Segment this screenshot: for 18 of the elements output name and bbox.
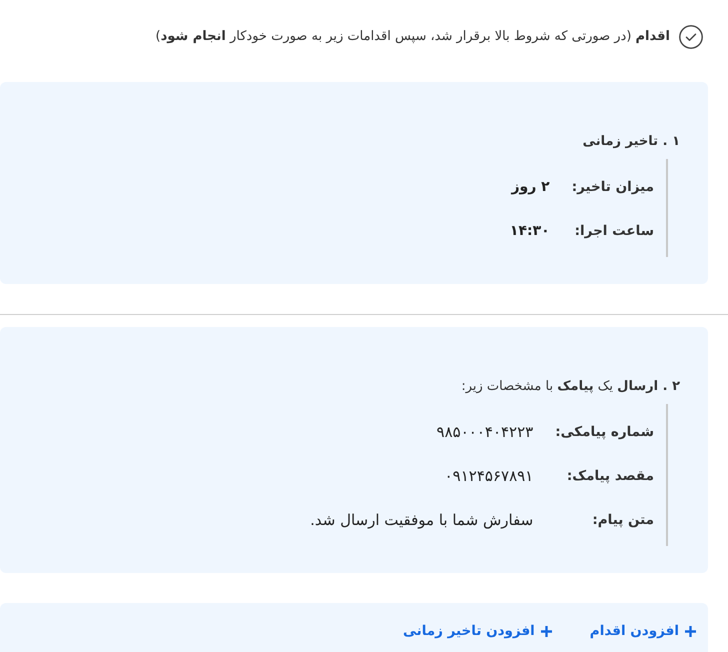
field-label: ساعت اجرا:: [574, 222, 654, 241]
field-label: مقصد پیامک:: [566, 467, 654, 486]
field-value: ۹۸۵۰۰۰۴۰۴۲۲۳: [436, 422, 534, 443]
action-title: ۲ . ارسال یک پیامک با مشخصات زیر:: [461, 378, 680, 396]
field-value: ۱۴:۳۰: [510, 222, 550, 241]
plus-icon: [685, 626, 696, 637]
add-button[interactable]: افزودن تاخیر زمانی: [398, 617, 556, 646]
field-value: ۰۹۱۲۴۵۶۷۸۹۱: [444, 466, 534, 487]
field-label: میزان تاخیر:: [572, 178, 654, 197]
plus-icon: [540, 626, 552, 637]
field-label: شماره پیامکی:: [555, 423, 654, 442]
field-label: متن پیام:: [592, 511, 654, 530]
action-title: ۱ . تاخیر زمانی: [582, 133, 680, 151]
field-value: سفارش شما با موفقیت ارسال شد.: [310, 510, 534, 531]
action-description: اقدام (در صورتی که شروط بالا برقرار شد، سپس اقدامات زیر به صورت خودکار انجام شود): [156, 28, 670, 46]
field-value: ۲ روز: [511, 178, 550, 197]
check-circle-icon: [679, 25, 703, 49]
add-button[interactable]: افزودن اقدام: [586, 617, 700, 646]
